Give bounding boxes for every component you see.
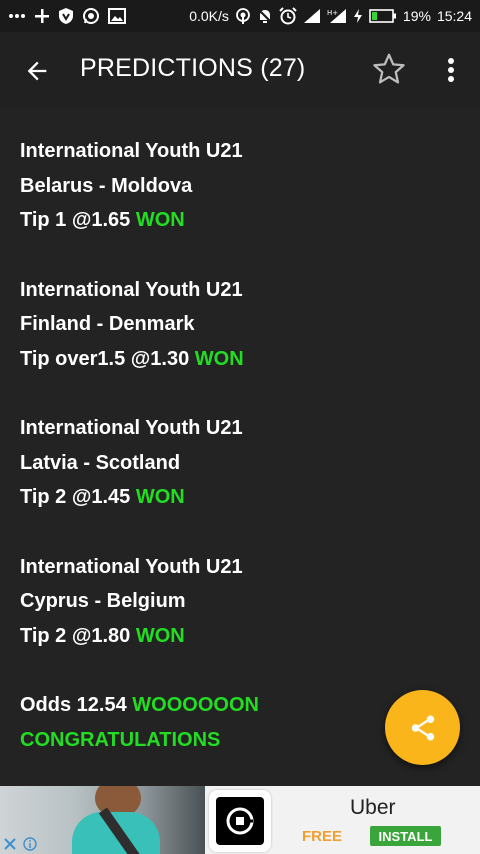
ad-close-button[interactable] — [2, 836, 18, 852]
back-button[interactable] — [20, 54, 54, 88]
favorite-button[interactable] — [370, 50, 408, 88]
signal-icon — [303, 8, 321, 24]
prediction-league: International Youth U21 — [20, 417, 243, 439]
share-icon — [411, 715, 434, 740]
more-notifications-icon — [8, 13, 26, 19]
arrow-left-icon — [27, 61, 47, 81]
plus-icon — [34, 8, 50, 24]
alarm-clock-icon — [279, 7, 297, 25]
close-icon — [4, 838, 16, 850]
star-outline-icon — [373, 53, 405, 84]
share-fab[interactable] — [385, 690, 460, 765]
prediction-tip-line: Tip over1.5 @1.30 WON — [20, 342, 460, 377]
prediction-tip: Tip 2 @1.80 — [20, 624, 131, 647]
vpn-shield-icon — [58, 7, 74, 25]
svg-text:H+: H+ — [327, 9, 338, 17]
prediction-tip-line: Tip 2 @1.45 WON — [20, 480, 460, 515]
whatsapp-icon — [82, 7, 100, 25]
battery-icon — [369, 9, 397, 23]
prediction-league: International Youth U21 — [20, 555, 243, 578]
prediction-league: International Youth U21 — [20, 140, 243, 162]
prediction-item: International Youth U21 Belarus - Moldov… — [20, 134, 460, 238]
ad-install-button[interactable]: INSTALL — [370, 826, 441, 846]
mute-notification-icon — [257, 7, 273, 25]
toolbar: PREDICTIONS (27) — [0, 32, 480, 108]
ad-info-button[interactable] — [22, 836, 38, 852]
ad-app-price: FREE — [302, 828, 343, 845]
prediction-match: Cyprus - Belgium — [20, 590, 186, 612]
prediction-item: International Youth U21 Finland - Denmar… — [20, 273, 460, 377]
prediction-tip: Tip 2 @1.45 — [20, 486, 131, 508]
page-title: PREDICTIONS (27) — [80, 54, 306, 82]
status-bar-right: 0.0K/s H+ 19% 15:24 — [189, 7, 472, 25]
predictions-list: International Youth U21 Belarus - Moldov… — [20, 134, 460, 758]
prediction-item: International Youth U21 Latvia - Scotlan… — [20, 411, 460, 515]
status-bar: 0.0K/s H+ 19% 15:24 — [0, 0, 480, 32]
more-vertical-icon — [448, 58, 454, 82]
info-icon — [23, 837, 37, 851]
app-screen: 0.0K/s H+ 19% 15:24 PREDICTIONS (27) Int… — [0, 0, 480, 854]
prediction-result: WON — [135, 624, 185, 647]
prediction-match: Belarus - Moldova — [20, 174, 193, 197]
ad-app-icon[interactable] — [209, 790, 271, 852]
uber-logo-icon — [216, 797, 264, 845]
hplus-signal-icon: H+ — [327, 8, 347, 24]
prediction-match: Latvia - Scotland — [20, 451, 181, 474]
clock: 15:24 — [436, 8, 472, 24]
prediction-tip: Tip 1 @1.65 — [20, 209, 131, 231]
status-bar-left — [8, 7, 126, 25]
odds-result: WOOOOOON — [132, 694, 259, 716]
prediction-result: WON — [194, 347, 244, 370]
ad-app-name: Uber — [350, 796, 396, 819]
overflow-menu-button[interactable] — [438, 52, 464, 88]
battery-percent: 19% — [402, 8, 431, 24]
prediction-result: WON — [135, 209, 185, 231]
hotspot-icon — [235, 7, 251, 25]
odds-label: Odds 12.54 — [20, 694, 127, 716]
prediction-match: Finland - Denmark — [20, 313, 195, 335]
prediction-tip-line: Tip 2 @1.80 WON — [20, 619, 460, 654]
prediction-tip: Tip over1.5 @1.30 — [20, 347, 190, 370]
network-speed: 0.0K/s — [189, 8, 229, 24]
image-icon — [108, 8, 126, 24]
prediction-league: International Youth U21 — [20, 278, 243, 301]
prediction-item: International Youth U21 Cyprus - Belgium… — [20, 550, 460, 654]
prediction-tip-line: Tip 1 @1.65 WON — [20, 203, 460, 238]
charging-icon — [353, 8, 363, 24]
prediction-result: WON — [135, 486, 185, 508]
